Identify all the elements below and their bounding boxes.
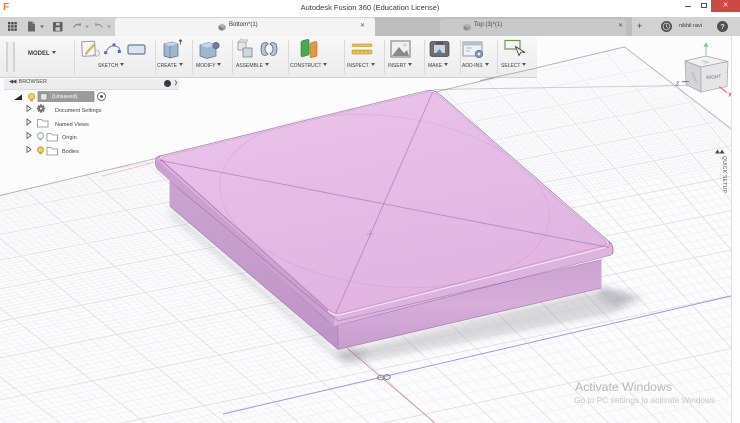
svg-text:Z: Z — [676, 82, 680, 88]
